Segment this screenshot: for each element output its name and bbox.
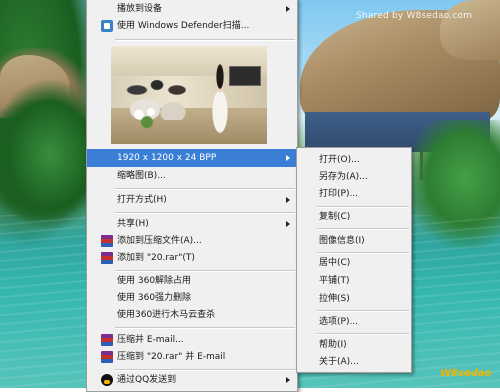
menu-separator — [115, 327, 295, 329]
menu-item-send-via-qq[interactable]: 通过QQ发送到 — [87, 371, 297, 389]
submenu-arrow-icon — [286, 155, 290, 161]
windows-defender-icon — [101, 20, 113, 32]
menu-item-label: 图像信息(I) — [319, 236, 365, 246]
menu-separator — [115, 188, 295, 190]
submenu-arrow-icon — [286, 197, 290, 203]
menu-item-label: 缩略图(B)... — [117, 171, 166, 181]
resolution-submenu: 打开(O)... 另存为(A)... 打印(P)... 复制(C) 图像信息(I… — [296, 147, 412, 373]
menu-item-open-with[interactable]: 打开方式(H) — [87, 191, 297, 209]
submenu-item-print[interactable]: 打印(P)... — [297, 185, 411, 203]
menu-item-360-unlock[interactable]: 使用 360解除占用 — [87, 272, 297, 290]
menu-item-label: 使用 360解除占用 — [117, 276, 192, 286]
menu-item-label: 帮助(I) — [319, 340, 347, 350]
menu-item-image-resolution[interactable]: 1920 x 1200 x 24 BPP — [87, 149, 297, 167]
menu-item-label: 打开方式(H) — [117, 195, 167, 205]
submenu-item-about[interactable]: 关于(A)... — [297, 353, 411, 371]
menu-item-add-to-rar[interactable]: 添加到 "20.rar"(T) — [87, 249, 297, 267]
image-thumbnail-preview — [111, 46, 267, 144]
menu-separator — [317, 228, 409, 230]
menu-item-label: 使用 Windows Defender扫描... — [117, 21, 250, 31]
menu-item-label: 居中(C) — [319, 258, 351, 268]
watermark-bottom: W8sedao — [440, 368, 492, 379]
winrar-icon — [101, 252, 113, 264]
menu-item-label: 使用360进行木马云查杀 — [117, 310, 216, 320]
menu-item-360-force-delete[interactable]: 使用 360强力删除 — [87, 289, 297, 307]
menu-item-label: 添加到 "20.rar"(T) — [117, 253, 195, 263]
menu-item-label: 选项(P)... — [319, 317, 359, 327]
menu-item-label: 压缩并 E-mail... — [117, 335, 184, 345]
menu-item-label: 共享(H) — [117, 219, 149, 229]
submenu-item-tile[interactable]: 平铺(T) — [297, 272, 411, 290]
menu-item-add-to-archive[interactable]: 添加到压缩文件(A)... — [87, 232, 297, 250]
winrar-icon — [101, 351, 113, 363]
menu-separator — [317, 333, 409, 335]
qq-penguin-icon — [101, 374, 113, 386]
submenu-item-image-info[interactable]: 图像信息(I) — [297, 232, 411, 250]
menu-item-thumbnail[interactable]: 缩略图(B)... — [87, 167, 297, 185]
menu-item-compress-email[interactable]: 压缩并 E-mail... — [87, 331, 297, 349]
menu-item-defender-scan[interactable]: 使用 Windows Defender扫描... — [87, 17, 297, 35]
winrar-icon — [101, 235, 113, 247]
menu-item-label: 打开(O)... — [319, 155, 360, 165]
menu-separator — [115, 212, 295, 214]
menu-separator — [317, 310, 409, 312]
submenu-item-center[interactable]: 居中(C) — [297, 254, 411, 272]
menu-item-label: 平铺(T) — [319, 276, 350, 286]
submenu-arrow-icon — [286, 221, 290, 227]
submenu-arrow-icon — [286, 6, 290, 12]
submenu-arrow-icon — [286, 377, 290, 383]
menu-item-cast-to-device[interactable]: 播放到设备 — [87, 0, 297, 18]
menu-item-compress-rar-email[interactable]: 压缩到 "20.rar" 并 E-mail — [87, 348, 297, 366]
menu-item-label: 通过QQ发送到 — [117, 375, 177, 385]
menu-item-label: 添加到压缩文件(A)... — [117, 236, 202, 246]
menu-item-label: 拉伸(S) — [319, 294, 350, 304]
submenu-item-options[interactable]: 选项(P)... — [297, 313, 411, 331]
menu-item-label: 关于(A)... — [319, 357, 359, 367]
menu-item-label: 1920 x 1200 x 24 BPP — [117, 153, 217, 163]
watermark-top: Shared by W8sedao.com — [356, 11, 473, 21]
submenu-item-copy[interactable]: 复制(C) — [297, 208, 411, 226]
submenu-item-save-as[interactable]: 另存为(A)... — [297, 168, 411, 186]
menu-item-share[interactable]: 共享(H) — [87, 215, 297, 233]
menu-item-label: 压缩到 "20.rar" 并 E-mail — [117, 352, 226, 362]
submenu-item-open[interactable]: 打开(O)... — [297, 151, 411, 169]
menu-item-label: 打印(P)... — [319, 189, 359, 199]
submenu-item-help[interactable]: 帮助(I) — [297, 336, 411, 354]
context-menu: 播放到设备 使用 Windows Defender扫描... 1920 x 12… — [86, 0, 298, 392]
menu-separator — [115, 39, 295, 41]
menu-item-label: 使用 360强力删除 — [117, 293, 192, 303]
menu-item-label: 播放到设备 — [117, 4, 163, 14]
winrar-icon — [101, 334, 113, 346]
submenu-item-stretch[interactable]: 拉伸(S) — [297, 290, 411, 308]
menu-item-360-trojan-scan[interactable]: 使用360进行木马云查杀 — [87, 306, 297, 324]
menu-item-label: 另存为(A)... — [319, 172, 368, 182]
menu-item-label: 复制(C) — [319, 212, 351, 222]
